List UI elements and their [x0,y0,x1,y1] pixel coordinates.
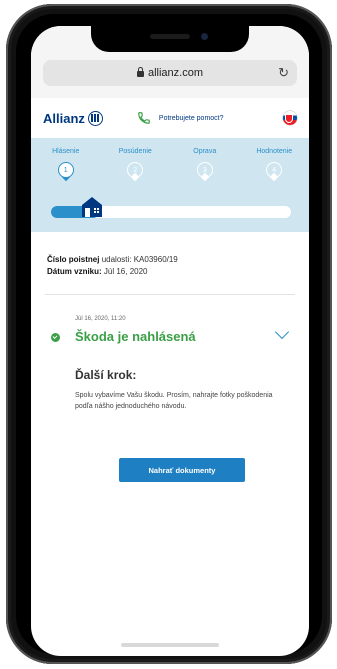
notch [91,26,249,52]
map-pin-icon: 4 [266,162,283,182]
speaker [150,34,190,39]
help-link[interactable]: Potrebujete pomoct? [159,115,224,122]
claim-number-row: Číslo poistnej udalosti: KA03960/19 [47,254,178,266]
map-pin-icon: 3 [196,162,213,182]
map-pin-icon: 1 [57,162,74,182]
progress-steps: Hlásenie 1 Posúdenie 2 Oprava 3 Hodnoten… [31,148,309,182]
claim-number-label: udalosti: [101,255,132,264]
check-circle-icon [51,333,60,342]
home-indicator[interactable] [121,643,219,647]
phone-screen: allianz.com ↻ Allianz Potrebujete pomoct… [31,26,309,656]
chevron-down-icon[interactable] [274,324,290,340]
event-timestamp: Júl 16, 2020, 11:20 [75,316,126,322]
url-field[interactable]: allianz.com ↻ [43,60,297,86]
step-label: Oprava [193,148,217,155]
claim-date-value: Júl 16, 2020 [103,267,148,276]
next-step-title: Ďalší krok: [75,368,137,382]
slovakia-flag-icon[interactable] [283,111,297,125]
step-label: Hodnotenie [256,148,293,155]
status-title: Škoda je nahlásená [75,329,196,344]
next-step-text: Spolu vybavíme Vašu škodu. Prosím, nahra… [75,392,273,410]
progress-panel: Hlásenie 1 Posúdenie 2 Oprava 3 Hodnoten… [31,138,309,232]
reload-icon[interactable]: ↻ [278,65,289,81]
url-text: allianz.com [147,67,204,79]
allianz-logo[interactable]: Allianz [43,110,103,126]
step-label: Posúdenie [118,148,152,155]
claim-date-row: Dátum vzniku: Júl 16, 2020 [47,266,178,278]
progress-track [51,197,291,218]
step-hlasenie[interactable]: Hlásenie 1 [31,148,101,182]
upload-documents-button[interactable]: Nahrať dokumenty [119,458,245,482]
step-posudenie[interactable]: Posúdenie 2 [101,148,171,182]
claim-date-label: Dátum vzniku: [47,267,102,276]
divider [45,294,295,295]
claim-number-label-bold: Číslo poistnej [47,255,100,264]
step-oprava[interactable]: Oprava 3 [170,148,240,182]
step-label: Hlásenie [52,148,80,155]
phone-icon[interactable] [137,111,151,125]
app-header: Allianz Potrebujete pomoct? [31,98,309,138]
step-hodnotenie[interactable]: Hodnotenie 4 [240,148,310,182]
house-icon [82,197,102,217]
logo-text: Allianz [43,110,85,126]
claim-number-value: KA03960/19 [133,255,178,264]
camera [201,33,208,40]
map-pin-icon: 2 [127,162,144,182]
lock-icon [136,67,144,77]
allianz-eagle-icon [87,110,103,126]
claim-info: Číslo poistnej udalosti: KA03960/19 Dátu… [47,254,178,278]
